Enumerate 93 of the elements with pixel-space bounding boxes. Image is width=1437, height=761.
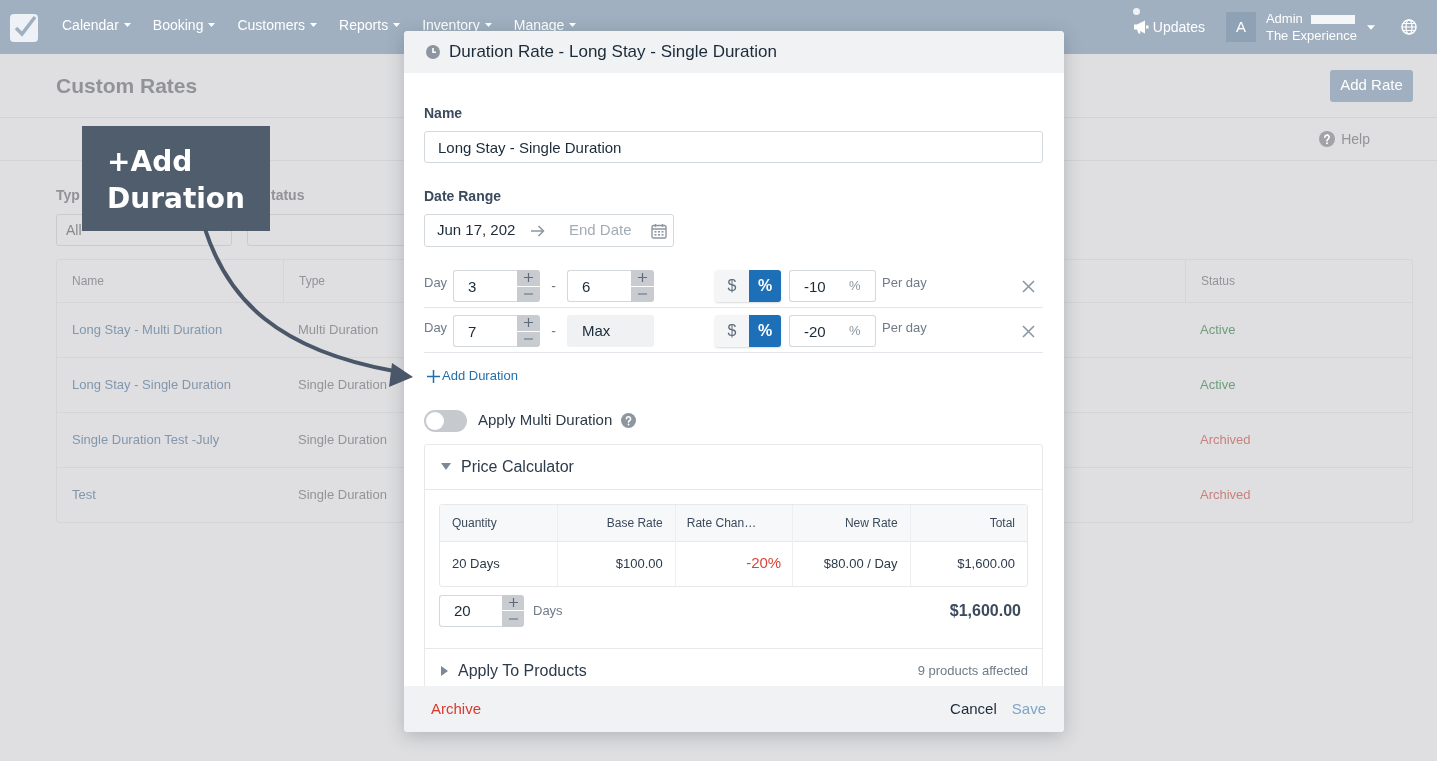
caret-icon <box>123 23 131 27</box>
unit-toggle[interactable]: $ <box>715 270 749 302</box>
switch-label: Apply Multi Duration <box>478 410 613 431</box>
increment-button[interactable] <box>502 594 524 610</box>
start-date-field[interactable]: Jun 17, 202 <box>437 219 521 242</box>
price-calculator-toggle[interactable]: Price Calculator <box>425 444 1042 489</box>
add-duration-link[interactable]: Add Duration <box>427 367 518 385</box>
increment-button[interactable] <box>517 270 540 286</box>
table-cell: -20% <box>674 541 793 586</box>
multi-duration-switch[interactable] <box>424 409 467 432</box>
caret-icon <box>569 23 577 27</box>
range-separator: - <box>550 321 557 341</box>
status-text: Active <box>1200 376 1236 395</box>
column-header: Quantity <box>440 504 558 542</box>
plus-icon <box>427 369 440 383</box>
arrow-right-icon <box>531 224 545 237</box>
column-header: Total <box>909 504 1027 542</box>
checkbox-logo-icon[interactable] <box>10 12 38 42</box>
unit-toggle[interactable]: % <box>749 270 781 302</box>
column-header: Base Rate <box>557 504 675 542</box>
name-input[interactable]: Long Stay - Single Duration <box>424 131 1043 163</box>
day-start-input[interactable]: 7 <box>453 315 517 347</box>
help-icon[interactable] <box>621 413 637 428</box>
unit-toggle[interactable]: % <box>749 315 781 347</box>
megaphone-icon <box>1132 20 1149 34</box>
account-name: Admin <box>1265 11 1303 26</box>
redaction-bar <box>1310 15 1355 25</box>
archive-button[interactable]: Archive <box>431 697 482 721</box>
rate-type-text: Single Duration <box>298 431 387 450</box>
maximum-day-value: Max <box>567 315 654 347</box>
quantity-input[interactable]: 20 <box>439 594 502 627</box>
decrement-button[interactable] <box>631 286 654 302</box>
plus-icon <box>508 597 518 607</box>
decrement-button[interactable] <box>517 286 540 302</box>
caret-icon <box>393 23 401 27</box>
status-text: Archived <box>1200 486 1251 505</box>
plus-icon <box>524 273 533 283</box>
filter-label: tatus <box>270 186 305 205</box>
products-affected-text: 9 products affected <box>917 661 1028 680</box>
field-label: Date Range <box>424 187 503 206</box>
minus-icon <box>524 338 533 341</box>
field-label: Name <box>424 104 464 123</box>
help-icon[interactable] <box>1319 131 1336 147</box>
filter-label: Typ <box>56 186 80 205</box>
unit-text: Days <box>533 601 563 620</box>
per-day-text: Per day <box>882 319 927 338</box>
close-icon[interactable] <box>1022 279 1035 293</box>
callout-tooltip: +Add Duration <box>82 126 270 231</box>
avatar: A <box>1225 12 1256 42</box>
end-date-field[interactable]: End Date <box>569 219 641 242</box>
modal-title: Duration Rate - Long Stay - Single Duration <box>449 41 777 64</box>
column-header: Rate Chan… <box>674 504 793 542</box>
status-text: Active <box>1200 321 1236 340</box>
close-icon[interactable] <box>1022 324 1035 338</box>
column-header: New Rate <box>792 504 910 542</box>
rate-type-text: Single Duration <box>298 376 387 395</box>
caret-icon[interactable] <box>1367 24 1375 30</box>
table-cell: $80.00 / Day <box>792 541 910 586</box>
minus-icon <box>524 293 533 296</box>
globe-icon[interactable] <box>1401 19 1417 35</box>
page-title: Custom Rates <box>56 72 198 99</box>
status-text: Archived <box>1200 431 1251 450</box>
increment-button[interactable] <box>631 270 654 286</box>
table-cell: $100.00 <box>557 541 675 586</box>
column-header: Name <box>71 273 105 290</box>
select-value[interactable]: All <box>66 219 82 241</box>
minus-icon <box>508 617 518 620</box>
grand-total: $1,600.00 <box>949 600 1021 621</box>
caret-icon <box>208 23 216 27</box>
per-day-text: Per day <box>882 274 927 293</box>
decrement-button[interactable] <box>517 331 540 347</box>
table-cell-text: 20 Days <box>451 554 501 573</box>
clock-icon <box>426 45 440 59</box>
rate-type-text: Multi Duration <box>298 321 379 340</box>
rate-type-text: Single Duration <box>298 486 387 505</box>
day-label: Day <box>424 274 449 293</box>
day-end-input[interactable]: 6 <box>567 270 631 302</box>
caret-icon <box>484 23 492 27</box>
day-start-input[interactable]: 3 <box>453 270 517 302</box>
column-header: Status <box>1185 260 1412 302</box>
increment-button[interactable] <box>517 315 540 331</box>
calendar-icon[interactable] <box>651 222 667 239</box>
cancel-button[interactable]: Cancel <box>950 697 997 721</box>
apply-to-products-toggle[interactable]: Apply To Products 9 products affected <box>425 648 1042 686</box>
range-separator: - <box>550 276 557 296</box>
table-cell: $1,600.00 <box>909 541 1027 586</box>
plus-icon <box>638 273 647 283</box>
caret-icon <box>310 23 318 27</box>
company-name: The Experience <box>1265 27 1357 44</box>
day-label: Day <box>424 319 449 338</box>
unit-toggle[interactable]: $ <box>715 315 749 347</box>
plus-icon <box>524 318 533 328</box>
minus-icon <box>638 293 647 296</box>
